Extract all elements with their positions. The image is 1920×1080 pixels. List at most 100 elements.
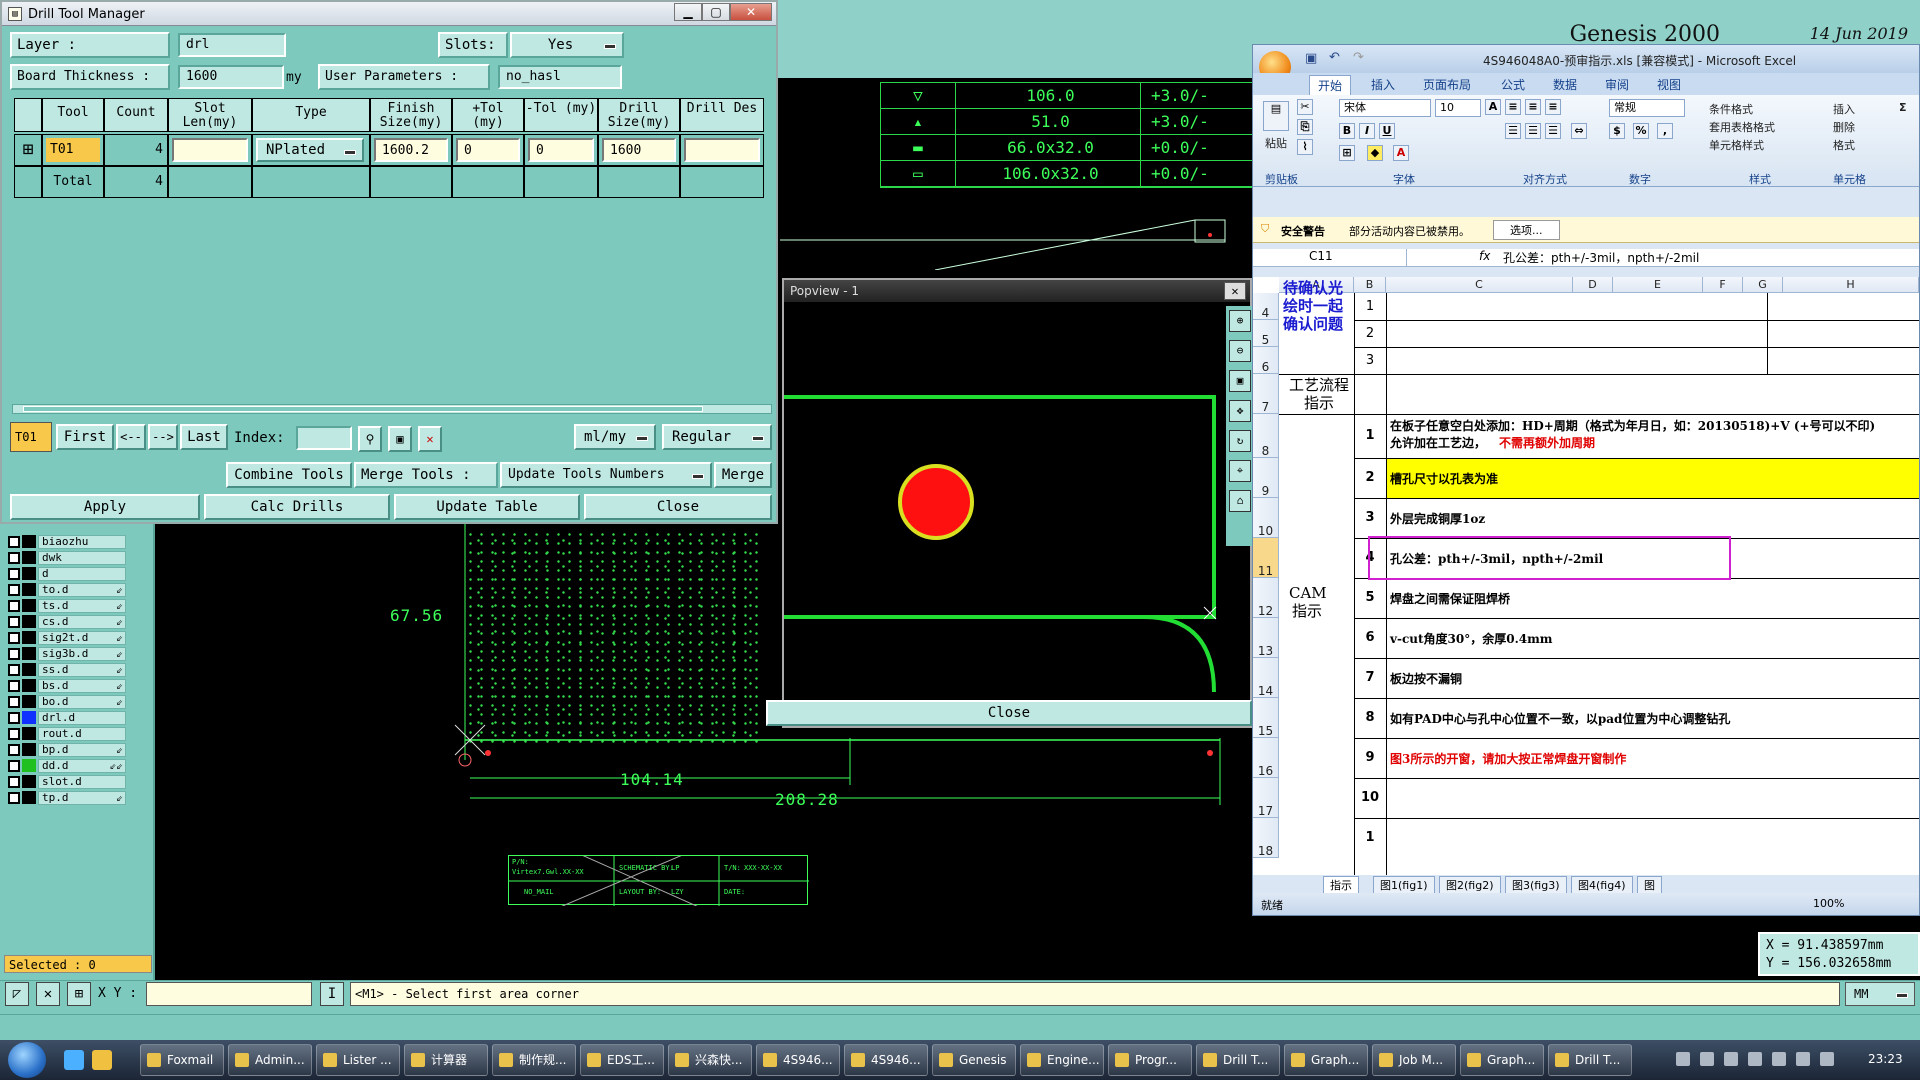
- layer-name[interactable]: bp.d ⇙: [38, 742, 126, 757]
- taskbar-item[interactable]: Engine...: [1020, 1044, 1104, 1076]
- layer-row[interactable]: sig2t.d ⇙: [8, 630, 126, 645]
- name-box[interactable]: C11: [1257, 249, 1407, 266]
- layer-row[interactable]: tp.d ⇙: [8, 790, 126, 805]
- layer-row[interactable]: slot.d: [8, 774, 126, 789]
- layer-color-swatch[interactable]: [22, 599, 36, 612]
- minimize-icon[interactable]: ▁: [674, 3, 702, 21]
- units-dropdown[interactable]: ml/my: [574, 424, 656, 450]
- taskbar-item[interactable]: Progr...: [1108, 1044, 1192, 1076]
- layer-checkbox[interactable]: [8, 551, 20, 564]
- layer-name[interactable]: sig2t.d ⇙: [38, 630, 126, 645]
- home-icon[interactable]: ⌂: [1229, 490, 1251, 512]
- align-left-icon[interactable]: ☰: [1505, 123, 1521, 139]
- layer-color-swatch[interactable]: [22, 791, 36, 804]
- finish-size-input[interactable]: 1600.2: [374, 138, 448, 162]
- layer-checkbox[interactable]: [8, 599, 20, 612]
- measure-icon[interactable]: ⌖: [1229, 460, 1251, 482]
- tab-formulas[interactable]: 公式: [1501, 76, 1525, 93]
- close-button[interactable]: Close: [584, 494, 772, 520]
- units-dropdown[interactable]: MM: [1845, 982, 1915, 1006]
- currency-icon[interactable]: $: [1609, 123, 1625, 139]
- layer-color-swatch[interactable]: [22, 727, 36, 740]
- flag-icon[interactable]: [1748, 1052, 1762, 1066]
- layer-checkbox[interactable]: [8, 583, 20, 596]
- layer-row[interactable]: to.d ⇙: [8, 582, 126, 597]
- tray-icon[interactable]: [1676, 1052, 1690, 1066]
- underline-icon[interactable]: U: [1379, 123, 1395, 139]
- tab-data[interactable]: 数据: [1553, 76, 1577, 93]
- calc-drills-button[interactable]: Calc Drills: [204, 494, 390, 520]
- layer-row[interactable]: bs.d ⇙: [8, 678, 126, 693]
- layer-color-swatch[interactable]: [22, 759, 36, 772]
- update-tools-numbers-dropdown[interactable]: Update Tools Numbers: [500, 462, 712, 488]
- cell-style-button[interactable]: 单元格样式: [1709, 137, 1764, 153]
- layer-row[interactable]: sig3b.d ⇙: [8, 646, 126, 661]
- sheet-tab[interactable]: 图: [1637, 876, 1662, 894]
- scrollbar-thumb[interactable]: [23, 406, 703, 412]
- format-cells-button[interactable]: 格式: [1833, 137, 1855, 153]
- layer-name[interactable]: biaozhu: [38, 534, 126, 549]
- taskbar-item[interactable]: Drill T...: [1196, 1044, 1280, 1076]
- next-button[interactable]: -->: [148, 424, 178, 450]
- grow-font-icon[interactable]: A: [1485, 99, 1501, 115]
- xy-input[interactable]: [146, 982, 312, 1006]
- layer-row[interactable]: rout.d: [8, 726, 126, 741]
- layer-name[interactable]: ss.d ⇙: [38, 662, 126, 677]
- align-center-icon[interactable]: ☰: [1525, 123, 1541, 139]
- battery-icon[interactable]: [1796, 1052, 1810, 1066]
- ie-icon[interactable]: [64, 1050, 84, 1070]
- cursor-icon[interactable]: I: [320, 982, 344, 1006]
- fill-color-icon[interactable]: ◆: [1367, 145, 1383, 161]
- search-icon[interactable]: ⚲: [358, 426, 382, 452]
- layer-row[interactable]: bp.d ⇙: [8, 742, 126, 757]
- sheet-tab[interactable]: 图2(fig2): [1439, 876, 1501, 894]
- layer-color-swatch[interactable]: [22, 775, 36, 788]
- popview-close-button[interactable]: Close: [766, 700, 1252, 726]
- layer-color-swatch[interactable]: [22, 551, 36, 564]
- layer-name[interactable]: drl.d: [38, 710, 126, 725]
- align-bottom-icon[interactable]: ≡: [1545, 99, 1561, 115]
- layer-checkbox[interactable]: [8, 695, 20, 708]
- type-dropdown[interactable]: NPlated: [256, 138, 364, 162]
- taskbar-item[interactable]: Drill T...: [1548, 1044, 1632, 1076]
- index-field[interactable]: [296, 426, 352, 450]
- layer-checkbox[interactable]: [8, 535, 20, 548]
- zoom-in-icon[interactable]: ⊕: [1229, 310, 1251, 332]
- layer-color-swatch[interactable]: [22, 711, 36, 724]
- taskbar-item[interactable]: Graph...: [1460, 1044, 1544, 1076]
- table-format-button[interactable]: 套用表格格式: [1709, 119, 1775, 135]
- expand-icon[interactable]: ⊞: [14, 134, 42, 166]
- taskbar-item[interactable]: 4S946...: [844, 1044, 928, 1076]
- italic-icon[interactable]: I: [1359, 123, 1375, 139]
- layer-name[interactable]: dwk: [38, 550, 126, 565]
- minus-tol-input[interactable]: 0: [528, 138, 594, 162]
- layer-row[interactable]: ts.d ⇙: [8, 598, 126, 613]
- user-params-field[interactable]: no_hasl: [498, 65, 622, 89]
- layer-name[interactable]: tp.d ⇙: [38, 790, 126, 805]
- layer-checkbox[interactable]: [8, 775, 20, 788]
- taskbar-item[interactable]: Admin...: [228, 1044, 312, 1076]
- redo-icon[interactable]: ↷: [1353, 50, 1364, 65]
- worksheet-grid[interactable]: A B C D E F G H 4 5 6 7 8 9 10 11 12 13 14 15 16 17 18 待确认光绘时一起…: [1253, 277, 1919, 875]
- select-tool-icon[interactable]: ◸: [5, 982, 29, 1006]
- pan-icon[interactable]: ✥: [1229, 400, 1251, 422]
- layer-name[interactable]: sig3b.d ⇙: [38, 646, 126, 661]
- combine-tools-button[interactable]: Combine Tools: [226, 462, 352, 488]
- layer-name[interactable]: bo.d ⇙: [38, 694, 126, 709]
- layer-checkbox[interactable]: [8, 615, 20, 628]
- zoom-fit-icon[interactable]: ▣: [1229, 370, 1251, 392]
- close-icon[interactable]: ✕: [730, 3, 772, 21]
- tab-home[interactable]: 开始: [1309, 75, 1352, 95]
- layer-row[interactable]: ss.d ⇙: [8, 662, 126, 677]
- tab-insert[interactable]: 插入: [1371, 76, 1395, 93]
- formula-input[interactable]: 孔公差：pth+/-3mil，npth+/-2mil: [1503, 249, 1699, 266]
- mode-dropdown[interactable]: Regular: [662, 424, 772, 450]
- layer-color-swatch[interactable]: [22, 535, 36, 548]
- layer-name[interactable]: cs.d ⇙: [38, 614, 126, 629]
- prev-button[interactable]: <--: [116, 424, 146, 450]
- layer-checkbox[interactable]: [8, 647, 20, 660]
- layer-row[interactable]: dwk: [8, 550, 126, 565]
- tab-review[interactable]: 审阅: [1605, 76, 1629, 93]
- taskbar-item[interactable]: Job M...: [1372, 1044, 1456, 1076]
- delete-cells-button[interactable]: 删除: [1833, 119, 1855, 135]
